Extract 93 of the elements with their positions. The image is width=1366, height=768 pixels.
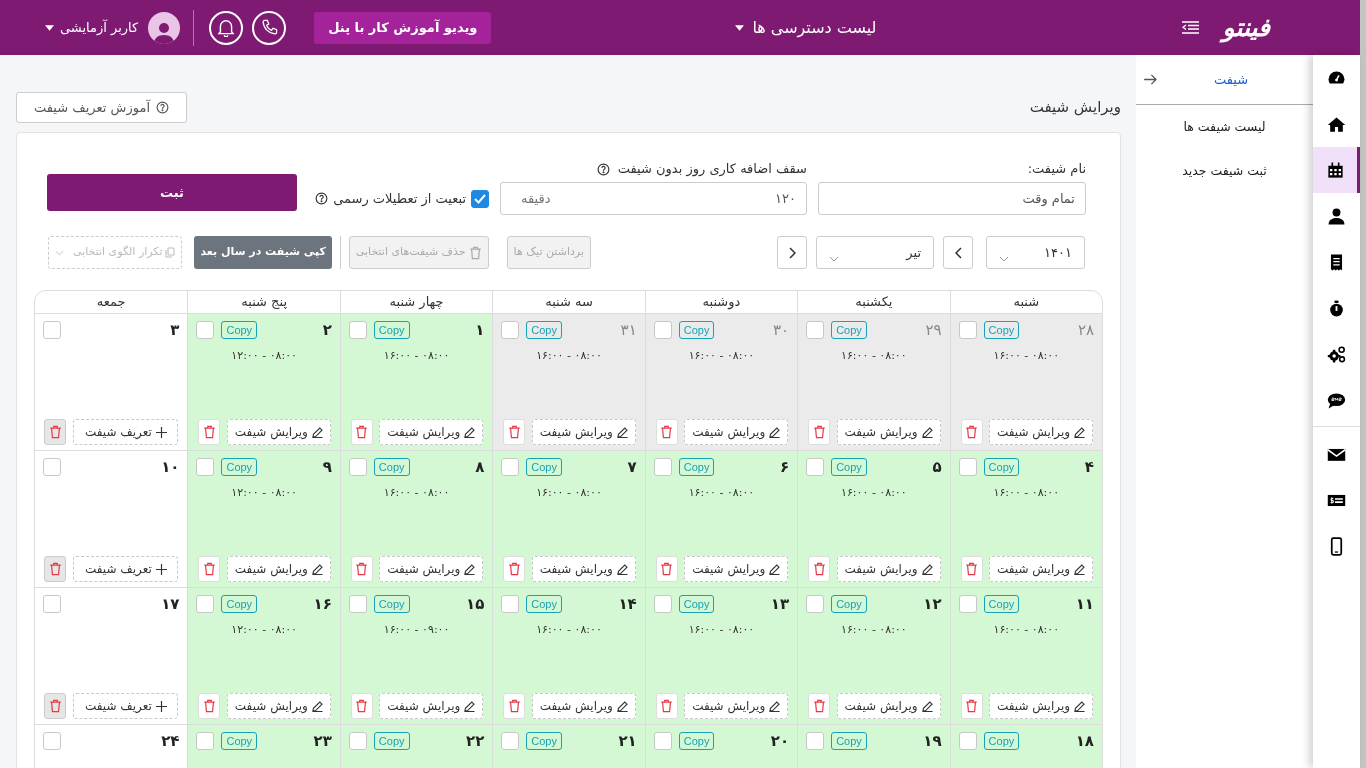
field-label: سقف اضافه کاری روز بدون شیفت — [617, 161, 807, 177]
day-number: ۱۰ — [161, 458, 180, 476]
day-number: ۳۰ — [773, 321, 790, 339]
copy-next-year-button[interactable]: کپی شیفت در سال بعد — [194, 236, 332, 269]
day-number: ۱۹ — [923, 732, 942, 750]
submenu-item[interactable]: ثبت شیفت جدید — [1136, 149, 1313, 193]
edit-shift-button[interactable]: ویرایش شیفت — [379, 419, 484, 445]
submit-button[interactable]: ثبت — [47, 174, 297, 211]
define-shift-button[interactable]: تعریف شیفت — [73, 693, 179, 719]
column-header: پنج شنبه — [187, 291, 340, 313]
shift-time: ۱۶:۰۰ - ۰۸:۰۰ — [993, 622, 1060, 638]
shift-time: ۱۶:۰۰ - ۰۸:۰۰ — [688, 485, 755, 501]
column-header: شنبه — [949, 291, 1102, 313]
day-number: ۱۷ — [161, 595, 180, 613]
shift-time: ۱۲:۰۰ - ۰۸:۰۰ — [231, 622, 297, 638]
day-number: ۳۱ — [620, 321, 637, 339]
shift-time: ۱۶:۰۰ - ۰۸:۰۰ — [688, 622, 755, 638]
day-number: ۲۳ — [313, 732, 332, 750]
day-number: ۶ — [780, 458, 790, 476]
shift-time: ۱۶:۰۰ - ۰۹:۰۰ — [383, 622, 450, 638]
page-title: ویرایش شیفت — [1029, 97, 1121, 119]
checkbox-label: تبعیت از تعطیلات رسمی — [333, 189, 466, 209]
unit-label: دقیقه — [521, 189, 551, 208]
edit-shift-button[interactable]: ویرایش شیفت — [379, 693, 484, 719]
edit-shift-button[interactable]: ویرایش شیفت — [836, 419, 941, 445]
shift-time: ۱۶:۰۰ - ۰۸:۰۰ — [841, 622, 907, 638]
define-shift-button[interactable]: تعریف شیفت — [73, 419, 179, 445]
shift-time: ۱۲:۰۰ - ۰۸:۰۰ — [231, 485, 297, 501]
field-value: ۱۲۰ — [775, 189, 796, 208]
day-number: ۱۸ — [1075, 732, 1094, 750]
shift-time: ۱۶:۰۰ - ۰۸:۰۰ — [536, 485, 602, 501]
shift-time: ۱۲:۰۰ - ۰۸:۰۰ — [231, 348, 297, 364]
edit-shift-button[interactable]: ویرایش شیفت — [226, 693, 331, 719]
shift-time: ۱۶:۰۰ - ۰۸:۰۰ — [536, 622, 602, 638]
submenu-title: شیفت — [1212, 70, 1250, 89]
day-number: ۱۲ — [923, 595, 942, 613]
day-number: ۲۱ — [618, 732, 637, 750]
video-tutorial-button[interactable]: ویدیو آموزش کار با پنل — [314, 11, 492, 44]
day-number: ۲۸ — [1077, 321, 1094, 339]
edit-shift-button[interactable]: ویرایش شیفت — [226, 556, 331, 582]
month-select[interactable]: تیر — [816, 236, 934, 269]
day-number: ۷ — [627, 458, 637, 476]
submenu-item[interactable]: لیست شیفت ها — [1136, 105, 1313, 149]
day-number: ۱۵ — [466, 595, 485, 613]
edit-shift-button[interactable]: ویرایش شیفت — [531, 419, 636, 445]
day-number: ۸ — [475, 458, 485, 476]
edit-shift-button[interactable]: ویرایش شیفت — [379, 556, 484, 582]
overtime-field[interactable]: ۱۲۰ دقیقه — [500, 182, 807, 215]
day-number: ۲۰ — [770, 732, 790, 750]
day-number: ۲۴ — [161, 732, 180, 750]
column-header: جمعه — [95, 293, 127, 312]
day-number: ۲ — [322, 321, 332, 339]
shift-time: ۱۶:۰۰ - ۰۸:۰۰ — [841, 485, 907, 501]
day-number: ۹ — [322, 458, 332, 476]
day-number: ۱ — [475, 321, 485, 339]
edit-shift-button[interactable]: ویرایش شیفت — [684, 556, 789, 582]
column-header: سه شنبه — [492, 291, 645, 313]
edit-shift-button[interactable]: ویرایش شیفت — [531, 556, 636, 582]
user-menu[interactable]: کاربر آزمایشی — [45, 17, 139, 38]
day-number: ۵ — [932, 458, 942, 476]
edit-shift-button[interactable]: ویرایش شیفت — [989, 556, 1093, 582]
edit-shift-button[interactable]: ویرایش شیفت — [836, 556, 941, 582]
day-number: ۱۶ — [313, 595, 332, 613]
define-shift-button[interactable]: تعریف شیفت — [73, 556, 179, 582]
edit-shift-button[interactable]: ویرایش شیفت — [684, 419, 789, 445]
shift-time: ۱۶:۰۰ - ۰۸:۰۰ — [383, 348, 450, 364]
edit-shift-button[interactable]: ویرایش شیفت — [226, 419, 331, 445]
day-number: ۲۹ — [925, 321, 942, 339]
field-label: نام شیفت: — [1026, 161, 1086, 177]
shift-time: ۱۶:۰۰ - ۰۸:۰۰ — [383, 485, 450, 501]
shift-time: ۱۶:۰۰ - ۰۸:۰۰ — [536, 348, 602, 364]
day-number: ۳ — [170, 321, 180, 339]
shift-name-field[interactable]: تمام وقت — [818, 182, 1086, 215]
edit-shift-button[interactable]: ویرایش شیفت — [531, 693, 636, 719]
edit-shift-button[interactable]: ویرایش شیفت — [684, 693, 789, 719]
day-number: ۲۲ — [466, 732, 485, 750]
edit-shift-button[interactable]: ویرایش شیفت — [989, 419, 1093, 445]
shift-time: ۱۶:۰۰ - ۰۸:۰۰ — [841, 348, 907, 364]
day-number: ۴ — [1084, 458, 1094, 476]
year-select[interactable]: ۱۴۰۱ — [986, 236, 1085, 269]
shift-time: ۱۶:۰۰ - ۰۸:۰۰ — [688, 348, 755, 364]
day-number: ۱۱ — [1075, 595, 1094, 613]
shift-time: ۱۶:۰۰ - ۰۸:۰۰ — [993, 485, 1060, 501]
access-menu-dropdown[interactable]: لیست دسترسی ها — [735, 15, 877, 40]
day-number: ۱۴ — [618, 595, 637, 613]
edit-shift-button[interactable]: ویرایش شیفت — [836, 693, 941, 719]
edit-shift-button[interactable]: ویرایش شیفت — [989, 693, 1093, 719]
column-header: یکشنبه — [797, 291, 950, 313]
tutorial-button[interactable]: آموزش تعریف شیفت — [16, 92, 187, 123]
column-header: چهار شنبه — [339, 291, 493, 313]
day-number: ۱۳ — [770, 595, 790, 613]
column-header: دوشنبه — [644, 291, 798, 313]
shift-time: ۱۶:۰۰ - ۰۸:۰۰ — [993, 348, 1060, 364]
